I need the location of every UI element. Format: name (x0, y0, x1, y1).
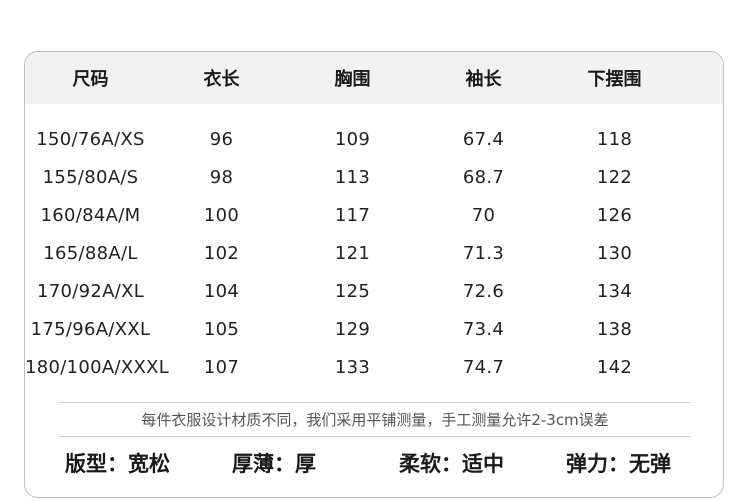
cell-hem: 126 (596, 204, 633, 226)
cell-sleeve: 72.6 (462, 280, 505, 302)
cell-size: 180/100A/XXXL (25, 356, 170, 378)
header-sleeve: 袖长 (465, 69, 502, 90)
cell-size: 165/88A/L (43, 242, 138, 264)
header-size: 尺码 (72, 69, 109, 90)
table-row: 155/80A/S 98 113 68.7 122 (25, 158, 723, 196)
cell-size: 170/92A/XL (36, 280, 145, 302)
measurement-note: 每件衣服设计材质不同，我们采用平铺测量，手工测量允许2-3cm误差 (59, 402, 691, 437)
cell-chest: 117 (334, 204, 371, 226)
table-row: 170/92A/XL 104 125 72.6 134 (25, 272, 723, 310)
cell-length: 100 (203, 204, 240, 226)
cell-hem: 138 (596, 318, 633, 340)
property-value: 宽松 (128, 452, 170, 476)
cell-length: 102 (203, 242, 240, 264)
property-value: 无弹 (629, 452, 671, 476)
property-label: 柔软： (399, 452, 462, 476)
cell-chest: 121 (334, 242, 371, 264)
property-value: 厚 (295, 452, 316, 476)
cell-length: 107 (203, 356, 240, 378)
cell-chest: 113 (334, 166, 371, 188)
table-row: 165/88A/L 102 121 71.3 130 (25, 234, 723, 272)
table-row: 150/76A/XS 96 109 67.4 118 (25, 120, 723, 158)
cell-hem: 118 (596, 128, 633, 150)
cell-hem: 134 (596, 280, 633, 302)
cell-size: 150/76A/XS (36, 128, 145, 150)
cell-size: 155/80A/S (42, 166, 139, 188)
cell-length: 104 (203, 280, 240, 302)
property-elasticity: 弹力：无弹 (566, 448, 671, 478)
cell-size: 160/84A/M (40, 204, 141, 226)
table-row: 160/84A/M 100 117 70 126 (25, 196, 723, 234)
cell-sleeve: 74.7 (462, 356, 505, 378)
table-row: 175/96A/XXL 105 129 73.4 138 (25, 310, 723, 348)
cell-length: 96 (209, 128, 234, 150)
table-row: 180/100A/XXXL 107 133 74.7 142 (25, 348, 723, 386)
header-chest: 胸围 (334, 69, 371, 90)
table-body: 150/76A/XS 96 109 67.4 118 155/80A/S 98 … (25, 120, 723, 386)
cell-hem: 142 (596, 356, 633, 378)
cell-chest: 129 (334, 318, 371, 340)
property-value: 适中 (462, 452, 504, 476)
header-length: 衣长 (203, 69, 240, 90)
property-label: 弹力： (566, 452, 629, 476)
fabric-properties: 版型：宽松 厚薄：厚 柔软：适中 弹力：无弹 (25, 448, 723, 482)
cell-hem: 122 (596, 166, 633, 188)
property-softness: 柔软：适中 (399, 448, 504, 478)
cell-length: 98 (209, 166, 234, 188)
cell-sleeve: 71.3 (462, 242, 505, 264)
header-hem: 下摆围 (587, 69, 642, 90)
cell-chest: 109 (334, 128, 371, 150)
cell-sleeve: 70 (471, 204, 496, 226)
cell-chest: 125 (334, 280, 371, 302)
cell-hem: 130 (596, 242, 633, 264)
cell-sleeve: 73.4 (462, 318, 505, 340)
cell-size: 175/96A/XXL (30, 318, 151, 340)
measurement-note-text: 每件衣服设计材质不同，我们采用平铺测量，手工测量允许2-3cm误差 (141, 411, 609, 429)
property-thickness: 厚薄：厚 (232, 448, 316, 478)
size-chart-card: 尺码 衣长 胸围 袖长 下摆围 150/76A/XS 96 109 67.4 1… (24, 51, 724, 498)
property-fit: 版型：宽松 (65, 448, 170, 478)
cell-sleeve: 68.7 (462, 166, 505, 188)
cell-sleeve: 67.4 (462, 128, 505, 150)
cell-chest: 133 (334, 356, 371, 378)
cell-length: 105 (203, 318, 240, 340)
table-header: 尺码 衣长 胸围 袖长 下摆围 (25, 52, 723, 104)
property-label: 版型： (65, 452, 128, 476)
property-label: 厚薄： (232, 452, 295, 476)
